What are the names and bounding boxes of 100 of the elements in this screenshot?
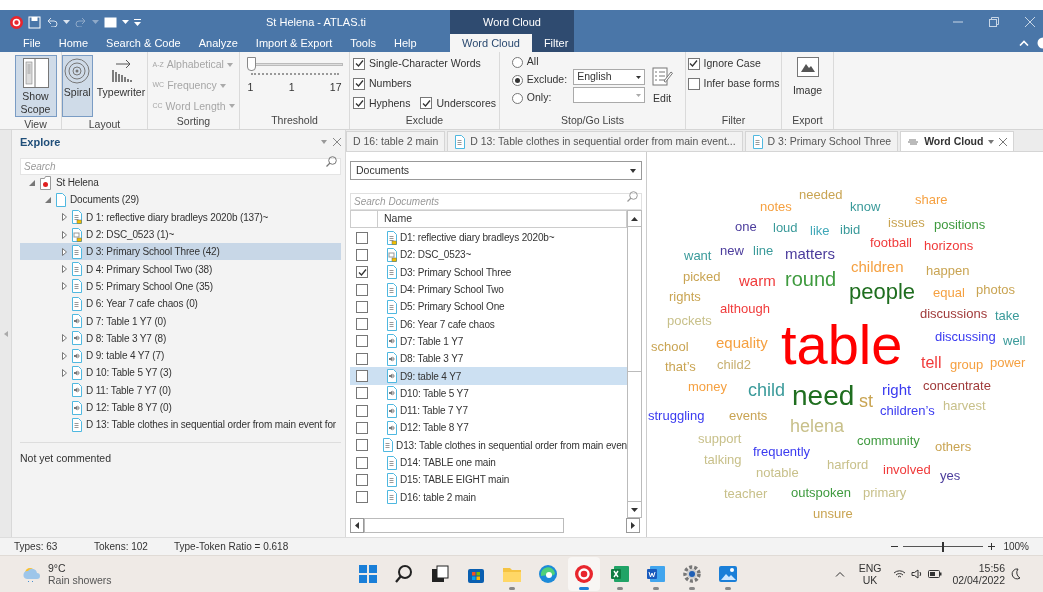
checkbox[interactable] — [353, 97, 365, 110]
column-header[interactable]: Name — [378, 211, 418, 227]
region[interactable]: UK — [862, 574, 878, 586]
ribbon-tab[interactable]: Tools — [341, 34, 385, 52]
list-row[interactable]: D15: TABLE EIGHT main — [350, 471, 627, 489]
cloud-word: need — [792, 382, 855, 410]
list-row[interactable]: D3: Primary School Three — [350, 263, 627, 281]
radio-button[interactable] — [511, 74, 523, 86]
tree-item[interactable]: D 9: table 4 Y7 (7) — [20, 346, 341, 365]
list-row[interactable]: D10: Table 5 Y7 — [350, 384, 627, 402]
list-row[interactable]: D14: TABLE one main — [350, 453, 627, 472]
tree-item[interactable]: D 11: Table 7 Y7 (0) — [20, 381, 341, 399]
cloud-word: money — [688, 379, 728, 393]
checkbox[interactable] — [356, 491, 368, 504]
cloud-word: know — [850, 199, 881, 213]
checkbox[interactable] — [356, 456, 368, 469]
slider-thumb[interactable] — [246, 57, 256, 71]
tree-item[interactable]: D 5: Primary School One (35) — [20, 277, 341, 296]
dropdown[interactable] — [573, 87, 646, 103]
cloud-word: discussions — [920, 306, 988, 320]
document-name: D16: table 2 main — [400, 490, 476, 505]
list-row[interactable]: D4: Primary School Two — [350, 280, 627, 299]
language[interactable]: ENG — [858, 562, 882, 574]
list-row[interactable]: D1: reflective diary bradleys 2020b~ — [350, 229, 627, 247]
checkbox[interactable] — [356, 387, 368, 400]
ribbon-tab[interactable]: Help — [384, 34, 426, 52]
radio-button[interactable] — [511, 92, 523, 104]
checkbox[interactable] — [356, 404, 368, 417]
checkbox[interactable] — [356, 439, 368, 452]
ribbon-tab[interactable]: Filter — [531, 34, 581, 52]
cloud-word: needed — [799, 187, 843, 201]
document-tab[interactable]: Word Cloud — [900, 131, 1015, 151]
checkbox[interactable] — [356, 231, 368, 244]
scope-dropdown[interactable]: Documents — [350, 161, 642, 180]
checkbox[interactable] — [356, 370, 368, 382]
zoom-out-icon — [891, 543, 899, 550]
checkbox[interactable] — [420, 97, 433, 110]
checkbox[interactable] — [356, 318, 368, 331]
ribbon-tab[interactable]: Word Cloud — [450, 34, 532, 52]
tree-item[interactable]: D 2: DSC_0523 (1)~ — [20, 225, 341, 244]
cloud-word: discussing — [935, 329, 996, 343]
tree-item[interactable]: D 12: Table 8 Y7 (0) — [20, 398, 341, 417]
document-tab[interactable]: D 13: Table clothes in sequential order from main event... — [447, 131, 743, 151]
checkbox[interactable] — [356, 473, 368, 486]
checkbox[interactable] — [356, 248, 368, 261]
zoom-slider[interactable] — [903, 541, 984, 552]
checkbox[interactable] — [353, 77, 365, 90]
checkbox[interactable] — [356, 300, 368, 313]
clock-time[interactable]: 15:56 — [978, 562, 1005, 574]
ribbon-tab[interactable]: Analyze — [189, 34, 247, 52]
threshold-slider[interactable] — [246, 57, 343, 71]
search-field[interactable]: Search Documents — [350, 193, 642, 210]
edit-button[interactable]: Edit — [651, 55, 674, 107]
checkbox[interactable] — [356, 352, 368, 365]
checkbox[interactable] — [356, 266, 368, 279]
list-row[interactable]: D7: Table 1 Y7 — [350, 332, 627, 351]
tree-item[interactable]: D 7: Table 1 Y7 (0) — [20, 312, 341, 330]
status-text: Types: 63 — [14, 540, 59, 554]
checkbox[interactable] — [356, 335, 368, 348]
ribbon-button[interactable]: Spiral — [61, 55, 93, 117]
audio-file-icon — [386, 369, 397, 383]
list-row[interactable]: D2: DSC_0523~ — [350, 246, 627, 264]
tree-item[interactable]: D 10: Table 5 Y7 (3) — [20, 364, 341, 382]
tree-item[interactable]: D 4: Primary School Two (38) — [20, 260, 341, 278]
tree-item[interactable]: St Helena — [20, 174, 341, 192]
checkbox[interactable] — [356, 283, 368, 296]
list-row[interactable]: D13: Table clothes in sequential order from main even — [350, 436, 627, 454]
checkbox[interactable] — [687, 57, 700, 70]
image-export-button[interactable]: Image — [792, 55, 823, 99]
list-row[interactable]: D12: Table 8 Y7 — [350, 419, 627, 437]
document-icon — [386, 317, 397, 332]
document-tab[interactable]: D 16: table 2 main — [346, 131, 446, 151]
checkbox[interactable] — [353, 57, 365, 70]
tree-item[interactable]: Documents (29) — [20, 191, 341, 209]
dropdown[interactable]: English — [573, 69, 646, 85]
ribbon-tab[interactable]: Search & Code — [97, 34, 190, 52]
ribbon-tab[interactable]: Home — [49, 34, 98, 52]
tree-item[interactable]: D 1: reflective diary bradleys 2020b (137)~ — [20, 208, 341, 226]
ribbon-tab[interactable]: Import & Export — [246, 34, 342, 52]
tree-item[interactable]: D 8: Table 3 Y7 (8) — [20, 329, 341, 347]
tree-item[interactable]: D 3: Primary School Three (42) — [20, 243, 341, 261]
tree-item[interactable]: D 13: Table clothes in sequential order from main event for — [20, 416, 341, 434]
checkbox[interactable] — [356, 421, 368, 434]
ribbon-tab[interactable]: File — [14, 34, 50, 52]
tree-item[interactable]: D 6: Year 7 cafe chaos (0) — [20, 295, 341, 313]
list-row[interactable]: D5: Primary School One — [350, 298, 627, 316]
list-row[interactable]: D8: Table 3 Y7 — [350, 350, 627, 368]
document-tab[interactable]: D 3: Primary School Three — [744, 131, 899, 151]
checkbox[interactable] — [687, 77, 700, 90]
audio-file-icon — [71, 314, 82, 328]
list-row[interactable]: D11: Table 7 Y7 — [350, 401, 627, 420]
ribbon-button[interactable]: Typewriter — [94, 55, 148, 117]
radio-button[interactable] — [511, 56, 523, 68]
scrollbar-thumb[interactable] — [364, 518, 564, 533]
list-row[interactable]: D6: Year 7 cafe chaos — [350, 315, 627, 333]
ribbon-button[interactable]: Show Scope — [14, 55, 57, 117]
list-row[interactable]: D9: table 4 Y7 — [350, 367, 627, 385]
audio-file-icon — [386, 386, 397, 401]
list-row[interactable]: D16: table 2 main — [350, 488, 627, 506]
clock-date[interactable]: 02/04/2022 — [952, 574, 1005, 586]
